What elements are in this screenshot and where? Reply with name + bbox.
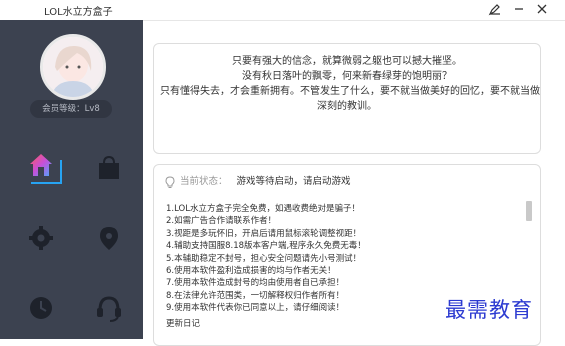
minimize-icon[interactable] bbox=[511, 2, 527, 18]
home-icon[interactable] bbox=[26, 150, 56, 180]
member-level-badge: 会员等级：Lv8 bbox=[30, 100, 112, 118]
shopping-bag-icon[interactable] bbox=[94, 153, 124, 183]
motto-line: 只有懂得失去，才会重新拥有。不管发生了什么，要不就当做美好的回忆，要不就当做 bbox=[160, 86, 540, 97]
motto-text: 只要有强大的信念，就算微弱之躯也可以撼大摧坚。 没有秋日落叶的飘零，何来新春绿芽… bbox=[160, 54, 540, 114]
status-row: 当前状态： 游戏等待启动，请启动游戏 bbox=[164, 175, 351, 189]
status-label: 当前状态： bbox=[180, 176, 228, 187]
notice-line: 4.辅助支持国服8.18版本客户端,程序永久免费无毒！ bbox=[166, 241, 366, 252]
close-icon[interactable] bbox=[534, 2, 550, 18]
notice-line: 1.LOL水立方盒子完全免费，如遇收费绝对是骗子！ bbox=[166, 204, 360, 214]
title-bar: LOL水立方盒子 bbox=[0, 0, 565, 21]
settings-gear-icon[interactable] bbox=[26, 223, 56, 253]
notice-line: 5.本辅助稳定不封号，担心安全问题请先小号测试！ bbox=[166, 253, 362, 264]
notice-line: 7.使用本软件造成封号的均由使用者自已承担！ bbox=[166, 278, 345, 289]
headset-icon[interactable] bbox=[94, 293, 124, 323]
motto-line: 没有秋日落叶的飘零，何来新春绿芽的饱明丽？ bbox=[242, 71, 452, 82]
sidebar: 会员等级：Lv8 bbox=[0, 20, 143, 339]
motto-line: 只要有强大的信念，就算微弱之躯也可以撼大摧坚。 bbox=[232, 56, 462, 67]
active-indicator bbox=[31, 182, 62, 184]
app-title: LOL水立方盒子 bbox=[44, 7, 113, 18]
motto-line: 深刻的教训。 bbox=[317, 101, 377, 112]
avatar[interactable] bbox=[40, 34, 106, 100]
motto-panel: 只要有强大的信念，就算微弱之躯也可以撼大摧坚。 没有秋日落叶的飘零，何来新春绿芽… bbox=[153, 43, 541, 154]
notice-line: 6.使用本软件盈利造成损害的均与作者无关！ bbox=[166, 266, 336, 277]
skin-icon[interactable] bbox=[487, 2, 503, 18]
active-indicator-bar bbox=[60, 160, 62, 184]
notice-line: 2.如需广告合作请联系作者！ bbox=[166, 216, 277, 227]
status-text: 游戏等待启动，请启动游戏 bbox=[236, 176, 351, 187]
clock-icon[interactable] bbox=[26, 293, 56, 323]
watermark: 最需教育 bbox=[445, 298, 533, 322]
notice-line: 3.视距是多玩怀旧，开启后请用鼠标滚轮调整视距！ bbox=[166, 228, 362, 239]
location-pin-icon[interactable] bbox=[94, 223, 124, 253]
changelog-label[interactable]: 更新日记 bbox=[166, 317, 200, 329]
lightbulb-icon bbox=[165, 176, 175, 188]
scrollbar-thumb[interactable] bbox=[526, 201, 532, 221]
